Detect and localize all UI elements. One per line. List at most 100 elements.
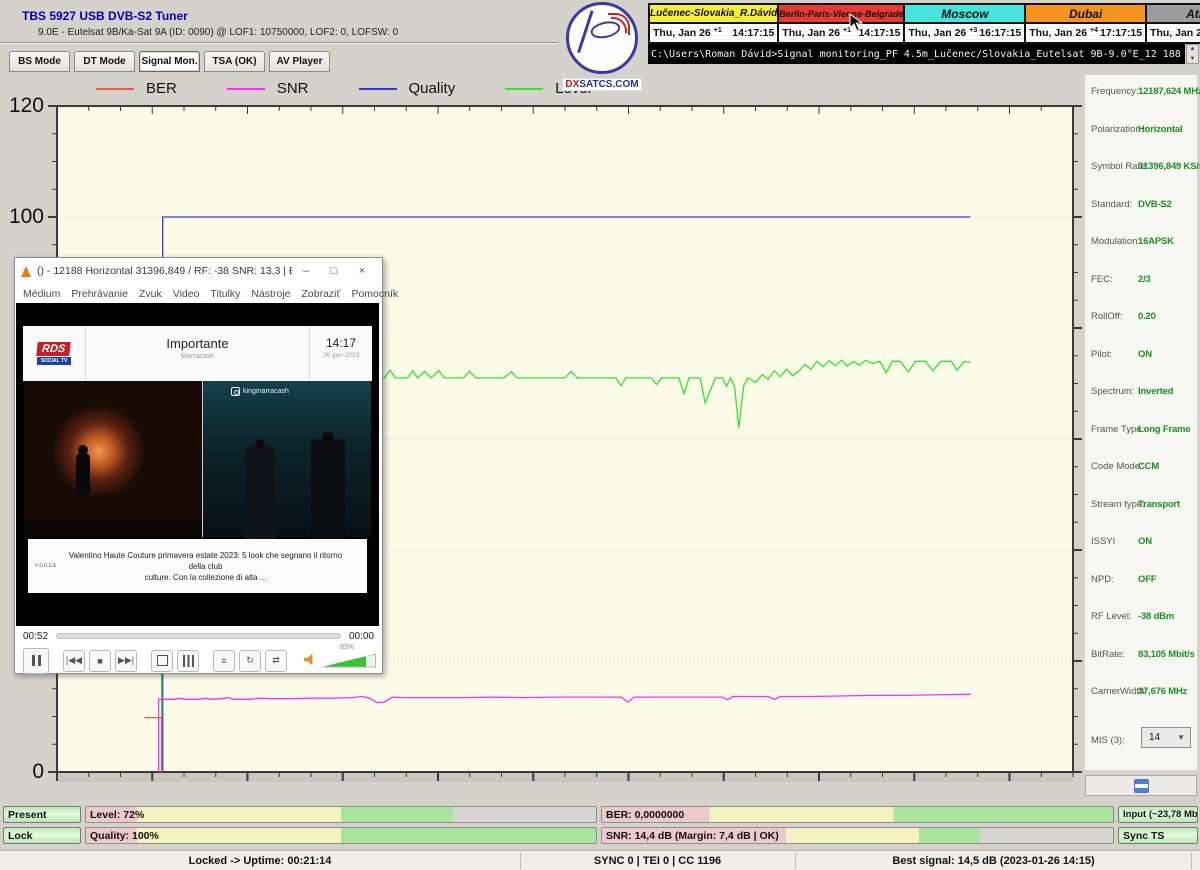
best-signal-status: Best signal: 14,5 dB (2023-01-26 14:15) (795, 851, 1192, 870)
clock-time: 17:17:15 (1100, 27, 1142, 39)
snr-meter: SNR: 14,4 dB (Margin: 7,4 dB | OK) (601, 827, 1114, 844)
legend-label: SNR (277, 80, 309, 97)
menu-item-mdium[interactable]: Médium (23, 288, 60, 300)
tab-bs-mode[interactable]: BS Mode (9, 51, 70, 72)
command-prompt[interactable]: C:\Users\Roman Dávid>Signal monitoring_P… (648, 44, 1185, 64)
param-row: Modulation:16APSK (1085, 236, 1197, 250)
command-text: C:\Users\Roman Dávid>Signal monitoring_P… (651, 49, 1185, 60)
caption-line: culture. Con la collezione di alta ... (64, 572, 347, 583)
param-row: Code Mode:CCM (1085, 461, 1197, 475)
vlc-titlebar[interactable]: () - 12188 Horizontal 31396,849 / RF: -3… (15, 258, 382, 284)
vlc-menubar: Médium Prehrávanie Zvuk Video Titulky Nástroj… (15, 284, 382, 303)
clock-city-name: Lučenec-Slovakia_R.Dávid (650, 5, 777, 24)
clock-2: Berlin-Paris-Vienna-BelgradeThu, Jan 26+… (779, 5, 905, 42)
tab-dt-mode[interactable]: DT Mode (74, 51, 135, 72)
pause-button[interactable] (23, 648, 49, 674)
param-label: Stream type: (1091, 499, 1145, 510)
clock-city-name: Moscow (905, 5, 1024, 24)
input-indicator: Input (~23,78 Mbps) (1118, 806, 1198, 823)
legend-item-quality: Quality (359, 80, 456, 97)
param-value: DVB-S2 (1138, 199, 1172, 210)
layers-icon (1134, 779, 1149, 793)
level-meter: Level: 72% (85, 806, 597, 823)
tab-tsa-ok-[interactable]: TSA (OK) (204, 51, 265, 72)
rds-logo-red: RDS (37, 342, 72, 356)
fullscreen-button[interactable] (151, 650, 173, 672)
y-tick-label: 120 (0, 93, 44, 119)
scene-ground (24, 519, 202, 537)
param-value: Transport (1138, 499, 1180, 510)
mis-dropdown[interactable]: 14 ▼ (1141, 727, 1191, 748)
param-value: 0.20 (1138, 311, 1156, 322)
param-label: Frequency: (1091, 86, 1139, 97)
menu-item-zvuk[interactable]: Zvuk (139, 288, 162, 300)
clock-datetime: Thu, Jan 26+417:17:15 (1026, 24, 1145, 42)
next-button[interactable]: ▶▶| (115, 650, 137, 672)
param-row: Pilot:ON (1085, 349, 1197, 363)
playlist-button[interactable]: ≡ (213, 650, 235, 672)
volume-slider[interactable] (320, 654, 376, 668)
utc-offset: +1 (714, 27, 722, 34)
menu-item-video[interactable]: Video (173, 288, 200, 300)
menu-item-nstroje[interactable]: Nástroje (251, 288, 290, 300)
uptime-status: Locked -> Uptime: 00:21:14 (0, 851, 520, 870)
lock-indicator: Lock (3, 827, 81, 844)
video-area[interactable]: RDS SOCIAL TV Importante Marracash 14:17… (16, 303, 379, 626)
param-row: Symbol Rate:31396,849 KS/s (1085, 161, 1197, 175)
menu-item-pomocnk[interactable]: Pomocník (351, 288, 398, 300)
scroll-up-icon[interactable]: ▲ (1190, 45, 1196, 53)
clock-datetime: Thu, Jan 26+114:17:15 (779, 24, 903, 42)
tab-av-player[interactable]: AV Player (269, 51, 330, 72)
app-title: TBS 5927 USB DVB-S2 Tuner (22, 9, 188, 23)
program-title: Importante (86, 336, 309, 351)
close-button[interactable]: × (348, 265, 376, 277)
equalizer-button[interactable] (177, 650, 199, 672)
tbs-tuner-app: TBS 5927 USB DVB-S2 Tuner 9.0E - Eutelsa… (0, 0, 1200, 870)
stop-button[interactable]: ■ (89, 650, 111, 672)
caption-band: VOGUE Valentino Haute Couture primavera … (28, 539, 367, 593)
param-row: Polarization:Horizontal (1085, 124, 1197, 138)
world-clocks: Lučenec-Slovakia_R.DávidThu, Jan 26+114:… (648, 3, 1200, 44)
speaker-icon (304, 654, 316, 666)
param-row: Frequency:12187,624 MHz (1085, 86, 1197, 100)
menu-item-prehrvanie[interactable]: Prehrávanie (71, 288, 128, 300)
clock-date: Thu, Jan 26 (653, 27, 711, 39)
previous-button[interactable]: |◀◀ (63, 650, 85, 672)
scroll-down-icon[interactable]: ▼ (1190, 55, 1196, 63)
shuffle-button[interactable]: ⇄ (265, 650, 287, 672)
param-label: Standard: (1091, 199, 1132, 210)
y-tick-label: 100 (0, 204, 44, 230)
menu-item-titulky[interactable]: Titulky (210, 288, 240, 300)
param-label: NPD: (1091, 574, 1114, 585)
param-value: OFF (1138, 574, 1156, 585)
volume-control[interactable]: 83% (304, 654, 382, 668)
volume-percent: 83% (340, 644, 354, 651)
param-value: -38 dBm (1138, 611, 1174, 622)
silhouette-figure (76, 453, 90, 495)
param-value: 37,676 MHz (1138, 686, 1187, 697)
sync-ts-indicator: Sync TS (1118, 827, 1198, 844)
legend-item-ber: BER (96, 80, 177, 97)
vlc-player-window[interactable]: () - 12188 Horizontal 31396,849 / RF: -3… (14, 257, 383, 674)
caption-text: Valentino Haute Couture primavera estate… (64, 550, 367, 583)
rds-social-tv-logo: RDS SOCIAL TV (23, 326, 86, 381)
mouse-cursor (849, 13, 863, 33)
maximize-button[interactable]: □ (320, 265, 348, 277)
logo-ring (566, 2, 638, 74)
tab-signal-mon-[interactable]: Signal Mon. (139, 51, 200, 72)
param-label: FEC: (1091, 274, 1113, 285)
legend-item-snr: SNR (227, 80, 309, 97)
param-row: FEC:2/3 (1085, 274, 1197, 288)
clock-datetime: Thu, Jan 26+114:17:15 (650, 24, 777, 42)
loop-button[interactable]: ↻ (239, 650, 261, 672)
broadcast-date: 26 gen 2023 (310, 352, 372, 359)
seek-slider[interactable] (56, 633, 341, 639)
terminal-scrollbar[interactable]: ▲▼ (1186, 44, 1199, 64)
sidebar-tool-button[interactable] (1085, 775, 1197, 796)
present-indicator: Present (3, 806, 81, 823)
mis-value: 14 (1149, 732, 1160, 743)
param-value: 31396,849 KS/s (1138, 161, 1200, 172)
header-divider (0, 42, 558, 43)
menu-item-zobrazi[interactable]: Zobraziť (301, 288, 340, 300)
minimize-button[interactable]: – (292, 265, 320, 277)
